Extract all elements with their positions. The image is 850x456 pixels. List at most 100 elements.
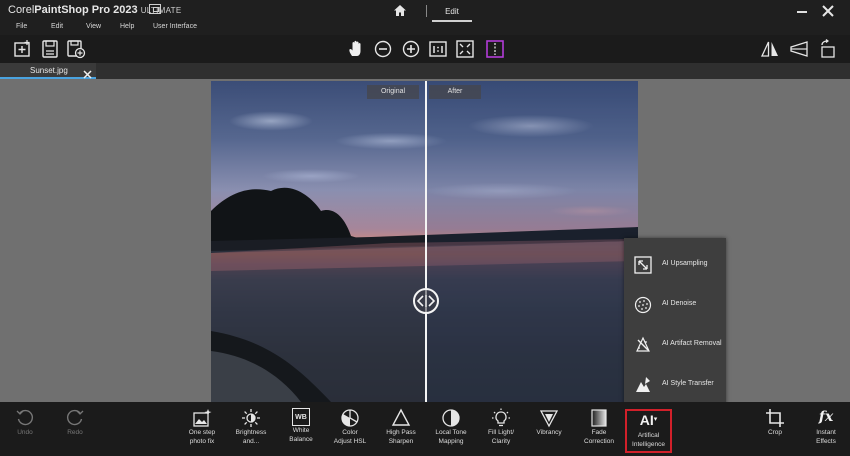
undo-icon xyxy=(16,409,34,426)
fade-label-2: Correction xyxy=(584,438,614,445)
brightness-button[interactable]: Brightness and... xyxy=(232,408,270,454)
fade-correction-icon xyxy=(591,409,607,427)
pan-hand-icon[interactable] xyxy=(346,39,366,59)
fill-light-label-2: Clarity xyxy=(491,438,511,445)
fill-light-clarity-button[interactable]: Fill Light/ Clarity xyxy=(483,408,519,454)
save-as-icon[interactable] xyxy=(66,39,86,59)
adjustments-bar: Undo Redo One step photo fix Brightness … xyxy=(0,402,850,456)
ai-label-1: Artifical xyxy=(637,432,660,439)
split-compare-icon[interactable] xyxy=(485,39,505,59)
white-balance-label-1: White xyxy=(292,427,310,434)
white-balance-icon: WB xyxy=(292,408,310,426)
ai-style-transfer-label: AI Style Transfer xyxy=(662,380,714,387)
ai-upsampling-item[interactable]: AI Upsampling xyxy=(624,244,726,284)
app-product: Pro 2023 xyxy=(91,4,138,16)
sharpen-icon xyxy=(391,408,411,426)
pip-icon[interactable] xyxy=(149,4,161,14)
vibrancy-label: Vibrancy xyxy=(536,429,562,436)
color-label-1: Color xyxy=(342,429,358,436)
one-step-photo-fix-button[interactable]: One step photo fix xyxy=(184,408,220,454)
brightness-label-1: Brightness xyxy=(235,429,267,436)
fade-label-1: Fade xyxy=(591,429,607,436)
perspective-icon[interactable] xyxy=(789,39,809,59)
ai-icon: AI▾ xyxy=(639,412,658,428)
document-tab[interactable]: Sunset.jpg xyxy=(0,63,96,79)
app-edition: ULTIMATE xyxy=(140,6,182,15)
redo-button[interactable]: Redo xyxy=(60,408,90,454)
style-transfer-icon xyxy=(634,376,652,394)
document-tab-bar: Sunset.jpg xyxy=(0,63,850,79)
instant-label-2: Effects xyxy=(816,438,836,445)
crop-button[interactable]: Crop xyxy=(761,408,789,454)
fx-icon: fx xyxy=(818,409,834,425)
original-label: Original xyxy=(367,85,419,99)
local-tone-mapping-button[interactable]: Local Tone Mapping xyxy=(431,408,471,454)
menu-edit[interactable]: Edit xyxy=(51,23,63,30)
fill-light-icon xyxy=(492,408,510,427)
white-balance-label-2: Balance xyxy=(289,436,313,443)
instant-label-1: Instant xyxy=(816,429,836,436)
instant-effects-button[interactable]: fx Instant Effects xyxy=(810,408,842,454)
artificial-intelligence-button[interactable]: AI▾ Artifical Intelligence xyxy=(625,409,672,453)
high-pass-sharpen-button[interactable]: High Pass Sharpen xyxy=(383,408,419,454)
toolbar xyxy=(0,35,850,63)
crop-label: Crop xyxy=(767,429,783,436)
after-preview-tint xyxy=(425,81,638,402)
crop-icon xyxy=(766,409,784,427)
hsl-icon xyxy=(341,409,359,427)
brightness-icon xyxy=(242,409,260,427)
undo-button[interactable]: Undo xyxy=(10,408,40,454)
flip-horizontal-icon[interactable] xyxy=(760,39,780,59)
color-adjust-hsl-button[interactable]: Color Adjust HSL xyxy=(330,408,370,454)
high-pass-label-2: Sharpen xyxy=(388,438,414,445)
zoom-out-icon[interactable] xyxy=(373,39,393,59)
actual-size-icon[interactable] xyxy=(428,39,448,59)
denoise-icon xyxy=(634,296,652,314)
tone-mapping-icon xyxy=(442,409,460,427)
local-tone-label-2: Mapping xyxy=(438,438,464,445)
new-image-icon[interactable] xyxy=(13,39,33,59)
redo-label: Redo xyxy=(67,429,83,436)
fit-window-icon[interactable] xyxy=(455,39,475,59)
one-step-label-2: photo fix xyxy=(189,438,215,445)
tab-edit[interactable]: Edit xyxy=(432,4,472,22)
rotate-icon[interactable] xyxy=(818,39,838,59)
fill-light-label-1: Fill Light/ xyxy=(487,429,514,436)
minimize-icon[interactable] xyxy=(793,2,811,20)
fade-correction-button[interactable]: Fade Correction xyxy=(581,408,617,454)
menu-file[interactable]: File xyxy=(16,23,27,30)
after-label: After xyxy=(429,85,481,99)
menu-user-interface[interactable]: User Interface xyxy=(153,23,197,30)
ai-artifact-removal-item[interactable]: AI Artifact Removal xyxy=(624,324,726,364)
ai-denoise-label: AI Denoise xyxy=(662,300,697,307)
ai-glyph-text: AI xyxy=(639,412,654,428)
upsampling-icon xyxy=(634,256,652,274)
menu-bar: File Edit View Help User Interface xyxy=(0,22,850,35)
redo-icon xyxy=(66,409,84,426)
save-icon[interactable] xyxy=(40,39,60,59)
ai-upsampling-label: AI Upsampling xyxy=(662,260,708,267)
tab-divider xyxy=(426,5,427,17)
vibrancy-button[interactable]: Vibrancy xyxy=(533,408,565,454)
close-icon[interactable] xyxy=(819,2,837,20)
document-tab-name: Sunset.jpg xyxy=(30,66,68,75)
ai-style-transfer-item[interactable]: AI Style Transfer xyxy=(624,364,726,404)
zoom-in-icon[interactable] xyxy=(401,39,421,59)
undo-label: Undo xyxy=(17,429,33,436)
artifact-removal-icon xyxy=(634,336,652,354)
split-handle-icon[interactable] xyxy=(413,288,439,314)
local-tone-label-1: Local Tone xyxy=(435,429,467,436)
one-step-label-1: One step xyxy=(188,429,216,436)
split-divider[interactable] xyxy=(425,81,427,402)
white-balance-button[interactable]: WB White Balance xyxy=(284,408,318,454)
home-icon[interactable] xyxy=(393,4,407,17)
close-tab-icon[interactable] xyxy=(83,66,92,79)
photo-preview[interactable]: Original After xyxy=(211,81,638,402)
ai-denoise-item[interactable]: AI Denoise xyxy=(624,284,726,324)
photo-fix-icon xyxy=(193,409,212,427)
color-label-2: Adjust HSL xyxy=(333,438,367,445)
ai-label-2: Intelligence xyxy=(632,441,665,448)
menu-help[interactable]: Help xyxy=(120,23,134,30)
menu-view[interactable]: View xyxy=(86,23,101,30)
brightness-label-2: and... xyxy=(242,438,260,445)
